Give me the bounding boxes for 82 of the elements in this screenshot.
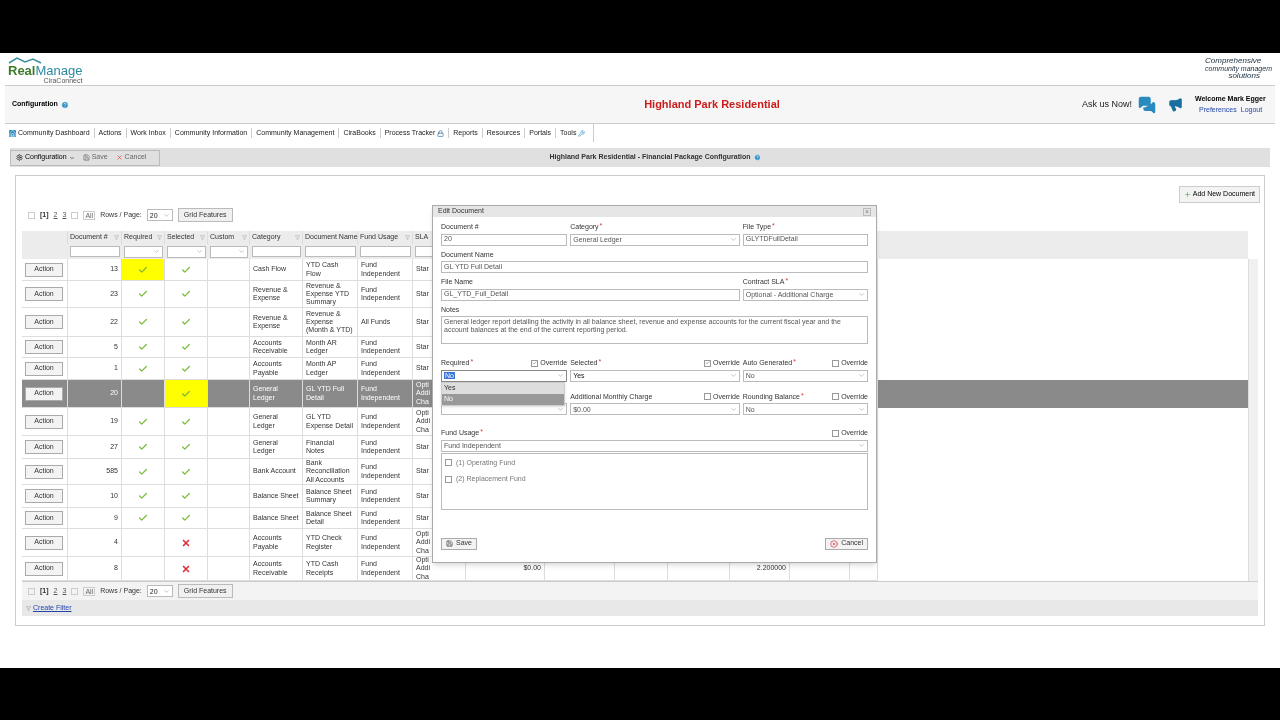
caret-icon (858, 291, 865, 298)
filter-icon[interactable] (405, 235, 410, 240)
filter-icon[interactable] (242, 235, 247, 240)
megaphone-icon[interactable] (1168, 97, 1183, 112)
tagline: solutions (1228, 72, 1260, 80)
filter-field[interactable] (305, 246, 356, 257)
check-icon (181, 363, 191, 374)
home-icon (9, 129, 16, 137)
prev-page-icon[interactable] (28, 587, 35, 595)
filter-icon (26, 605, 31, 611)
check-icon (138, 466, 148, 477)
check-icon (181, 317, 191, 327)
filter-field[interactable] (360, 246, 411, 257)
caret-icon (858, 442, 865, 449)
caret-icon (729, 236, 737, 243)
checkbox[interactable] (445, 459, 452, 467)
settings-icon (16, 154, 23, 161)
caret-icon (238, 248, 245, 255)
check-icon (138, 363, 148, 374)
caret-icon (196, 248, 203, 255)
cancel-icon (115, 154, 123, 161)
filter-icon[interactable] (157, 235, 162, 240)
check-icon (138, 264, 148, 275)
caret-icon (162, 587, 170, 595)
check-icon (181, 442, 191, 452)
caret-icon (162, 211, 170, 219)
caret-icon (153, 248, 160, 255)
check-icon (181, 491, 191, 501)
caret-icon (729, 372, 737, 379)
prev-page-icon[interactable] (28, 211, 35, 219)
check-icon (181, 513, 191, 523)
checkbox[interactable] (832, 429, 840, 437)
caret-icon (68, 154, 75, 161)
caret-icon (858, 405, 865, 413)
checkbox[interactable] (832, 359, 840, 367)
logo: RealManage (8, 64, 83, 77)
checkbox[interactable] (703, 359, 711, 367)
tools-icon (578, 129, 586, 137)
filter-field[interactable] (70, 246, 120, 257)
lock-icon (437, 129, 445, 137)
filter-field[interactable] (252, 246, 301, 257)
page-title: Highland Park Residential (644, 97, 780, 113)
scrollbar[interactable] (1248, 259, 1258, 581)
next-page-icon[interactable] (71, 587, 79, 595)
cancel-icon (830, 539, 839, 548)
checkbox[interactable] (445, 475, 452, 483)
help-icon[interactable] (60, 100, 69, 109)
ask-link[interactable]: Ask us Now! (1082, 97, 1132, 112)
filter-select[interactable] (210, 245, 248, 258)
filter-icon[interactable] (200, 235, 205, 240)
chat-icon[interactable] (1138, 95, 1156, 114)
check-icon (181, 416, 191, 427)
filter-icon[interactable] (295, 235, 300, 240)
plus-icon (1183, 191, 1191, 198)
roof-icon (8, 57, 42, 64)
check-icon (181, 388, 191, 399)
check-icon (138, 442, 148, 452)
help-icon[interactable] (753, 154, 761, 161)
caret-icon (557, 372, 565, 379)
cross-icon (181, 563, 191, 574)
check-icon (138, 513, 148, 523)
check-icon (138, 342, 148, 352)
filter-select[interactable] (167, 245, 206, 258)
check-icon (138, 289, 148, 299)
filter-icon[interactable] (114, 235, 119, 240)
check-icon (181, 342, 191, 352)
checkbox[interactable] (531, 359, 539, 367)
filter-select[interactable] (124, 245, 163, 258)
check-icon (181, 466, 191, 477)
cross-icon (181, 537, 191, 548)
checkbox[interactable] (703, 393, 711, 401)
caret-icon (729, 405, 737, 413)
caret-icon (557, 405, 565, 413)
checkbox[interactable] (832, 393, 840, 401)
check-icon (181, 289, 191, 299)
check-icon (138, 416, 148, 427)
tagline: Comprehensive (1205, 57, 1262, 65)
caret-icon (858, 372, 865, 379)
check-icon (138, 491, 148, 501)
check-icon (181, 264, 191, 275)
check-icon (138, 317, 148, 327)
next-page-icon[interactable] (71, 211, 79, 219)
